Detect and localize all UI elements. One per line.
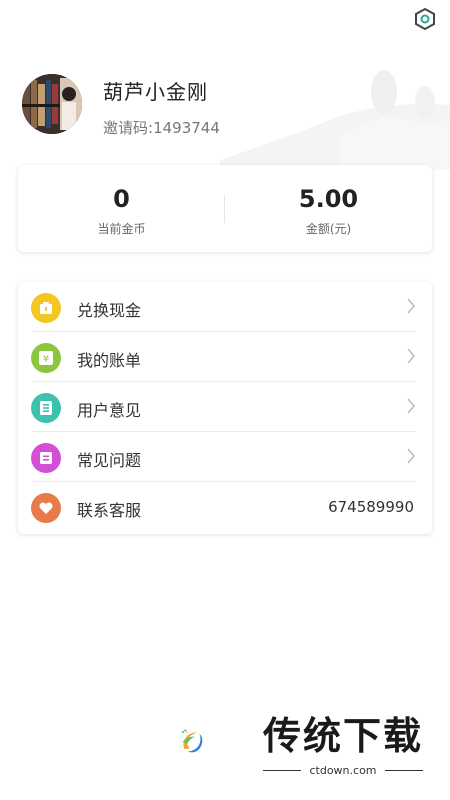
ctdown-logo	[181, 729, 203, 753]
menu-item-label: 我的账单	[77, 351, 142, 370]
menu-item-feedback[interactable]: 用户意见	[18, 382, 432, 432]
invite-code-label: 邀请码:	[103, 119, 154, 137]
amount-label: 金额(元)	[305, 222, 352, 236]
feedback-icon	[31, 393, 61, 423]
menu-item-label: 联系客服	[77, 501, 142, 520]
invite-code-row: 邀请码:1493744	[103, 117, 220, 138]
header-decoration	[220, 70, 450, 170]
coins-label: 当前金币	[97, 222, 146, 236]
settings-icon[interactable]	[413, 7, 437, 31]
amount-value: 5.00	[298, 185, 359, 213]
watermark-title: 传统下载	[263, 714, 424, 758]
balance-card: 0 当前金币 5.00 金额(元)	[18, 165, 432, 252]
menu-item-customer-service[interactable]: 联系客服 674589990	[18, 482, 432, 532]
menu-item-label: 常见问题	[77, 451, 142, 470]
watermark-line-right	[385, 770, 423, 771]
chevron-right-icon	[407, 298, 415, 314]
faq-icon	[31, 443, 61, 473]
menu-item-faq[interactable]: 常见问题	[18, 432, 432, 482]
username: 葫芦小金刚	[103, 80, 208, 104]
menu-card: 兑换现金 ¥ 我的账单 用户意见 常见问题 联系客服 674589990	[18, 282, 432, 534]
chevron-right-icon	[407, 348, 415, 364]
svg-text:¥: ¥	[43, 354, 49, 365]
menu-item-label: 用户意见	[77, 401, 142, 420]
customer-service-number: 674589990	[328, 498, 414, 516]
menu-item-exchange-cash[interactable]: 兑换现金	[18, 282, 432, 332]
invite-code-value: 1493744	[153, 119, 220, 137]
heart-icon	[31, 493, 61, 523]
menu-item-label: 兑换现金	[77, 301, 142, 320]
amount-stat[interactable]: 5.00 金额(元)	[225, 165, 432, 252]
wallet-icon	[31, 293, 61, 323]
avatar[interactable]	[22, 74, 82, 134]
coins-stat[interactable]: 0 当前金币	[18, 165, 225, 252]
yen-icon: ¥	[31, 343, 61, 373]
coins-value: 0	[113, 185, 130, 213]
menu-item-my-bills[interactable]: ¥ 我的账单	[18, 332, 432, 382]
chevron-right-icon	[407, 448, 415, 464]
chevron-right-icon	[407, 398, 415, 414]
